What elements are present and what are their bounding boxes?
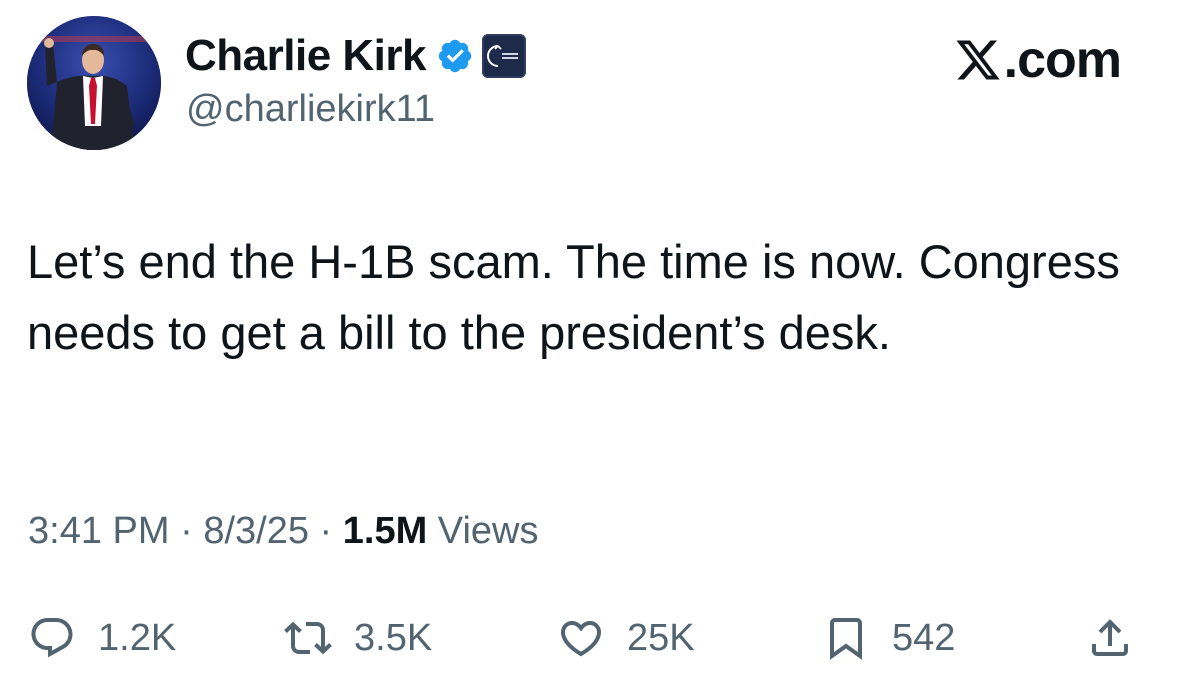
- bookmark-icon: [830, 618, 862, 660]
- share-icon: [1092, 619, 1128, 656]
- brand-domain: .com: [1003, 31, 1122, 89]
- repost-button[interactable]: 3.5K: [284, 608, 432, 668]
- repost-icon: [284, 621, 332, 655]
- meta-separator: ·: [180, 510, 193, 552]
- reply-count: 1.2K: [98, 616, 177, 659]
- brand-logo: .com: [954, 30, 1122, 90]
- verified-badge-icon[interactable]: [436, 37, 474, 75]
- like-button[interactable]: 25K: [557, 608, 695, 668]
- reply-button[interactable]: 1.2K: [28, 608, 176, 668]
- heart-icon: [560, 621, 602, 657]
- turning-point-logo-icon: [486, 44, 518, 67]
- reply-icon: [31, 618, 73, 658]
- tweet-date[interactable]: 8/3/25: [203, 510, 309, 552]
- like-count: 25K: [627, 616, 695, 659]
- tweet-text: Let’s end the H-1B scam. The time is now…: [27, 235, 1120, 359]
- share-button[interactable]: [1086, 608, 1134, 668]
- tweet-time[interactable]: 3:41 PM: [28, 510, 170, 552]
- avatar[interactable]: [27, 16, 161, 150]
- author-name-row: Charlie Kirk: [185, 30, 526, 82]
- avatar-image: [27, 16, 161, 150]
- author-display-name[interactable]: Charlie Kirk: [185, 31, 426, 81]
- action-bar: 1.2K 3.5K 25K 542: [0, 608, 1179, 668]
- bookmark-button[interactable]: 542: [822, 608, 955, 668]
- bookmark-count: 542: [892, 616, 956, 659]
- tweet-meta: 3:41 PM · 8/3/25 · 1.5M Views: [28, 510, 538, 553]
- repost-count: 3.5K: [354, 616, 433, 659]
- meta-separator: ·: [319, 510, 333, 552]
- x-logo-icon: [956, 40, 1000, 80]
- author-handle[interactable]: @charliekirk11: [186, 88, 435, 131]
- tweet-card: Charlie Kirk @charliekirk11 .com Let’s e…: [0, 0, 1179, 692]
- views-label: Views: [437, 510, 539, 552]
- affiliate-badge[interactable]: [481, 34, 526, 78]
- views-count[interactable]: 1.5M: [343, 510, 427, 552]
